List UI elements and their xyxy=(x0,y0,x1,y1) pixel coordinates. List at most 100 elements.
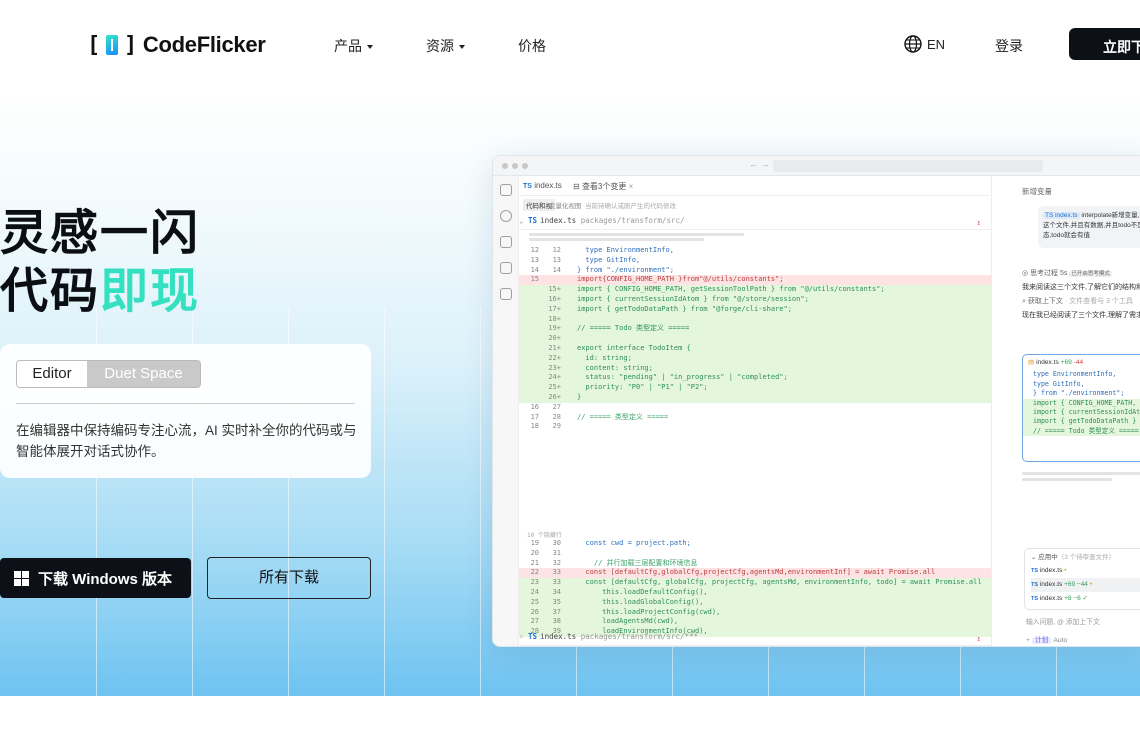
tab-index-ts[interactable]: TS index.ts xyxy=(523,181,562,190)
apply-file-row[interactable]: TS index.ts • xyxy=(1031,564,1140,578)
code-text: const [defaultCfg, globalCfg, projectCfg… xyxy=(577,578,982,587)
maximize-dot[interactable] xyxy=(522,163,528,169)
code-line: 25 35 this.loadGlobalConfig(), xyxy=(519,597,991,608)
download-windows-button[interactable]: 下载 Windows 版本 xyxy=(0,558,191,598)
plan-label: 计划 xyxy=(1031,637,1052,644)
plan-switch[interactable]: + 计划 Auto xyxy=(1026,634,1067,644)
line-number: 33 xyxy=(552,568,561,577)
nav-products-label: 产品 xyxy=(334,38,362,54)
close-icon[interactable]: × xyxy=(629,182,634,191)
mode-card: Editor Duet Space 在编辑器中保持编码专注心流，AI 实时补全你… xyxy=(0,344,371,478)
pin-icon[interactable]: ↕ xyxy=(976,634,981,644)
code-text: // ===== 类型定义 ===== xyxy=(577,412,669,421)
file-header[interactable]: ⌄ TS index.ts packages/transform/src/ ↕ xyxy=(519,216,991,230)
chat-input[interactable]: 输入问题, @ 添加上下文 xyxy=(1026,616,1100,626)
command-bar[interactable] xyxy=(773,160,1043,172)
think-row[interactable]: ◎ 思考过程 5s 已开启思考模式 xyxy=(1022,268,1112,278)
apply-header[interactable]: ⌄ 应用中（3 个待审查文件） xyxy=(1031,551,1140,564)
placeholder-bar xyxy=(1022,472,1140,475)
login-link[interactable]: 登录 xyxy=(995,36,1023,56)
line-number: 21 xyxy=(530,558,539,567)
line-number: 28 xyxy=(552,412,561,421)
subtab-variable[interactable]: 变量化视图 xyxy=(549,200,582,210)
brain-icon: ◎ xyxy=(1022,270,1029,277)
diff-view: ⌄ TS index.ts packages/transform/src/↕ 12… xyxy=(519,212,991,646)
site-header: [ ] CodeFlicker 产品 资源 价格 EN 登录 立即下载 xyxy=(0,0,1140,88)
diff-preview-line: type GitInfo, xyxy=(1033,379,1085,388)
diff-preview-line: import { CONFIG_HOME_PATH, getSessionToo… xyxy=(1023,398,1140,409)
apply-file-mark: • xyxy=(1064,567,1067,574)
chevron-right-icon[interactable]: › xyxy=(519,632,524,641)
line-number: 25+ xyxy=(548,383,561,392)
apply-file-row[interactable]: TS index.ts +69 −44 • xyxy=(1031,578,1140,592)
minimize-dot[interactable] xyxy=(512,163,518,169)
plus-icon[interactable]: + xyxy=(1026,637,1030,644)
line-number: 34 xyxy=(552,588,561,596)
diff-preview-card[interactable]: ▤ index.ts +69 -44 type EnvironmentInfo,… xyxy=(1022,354,1140,462)
code-line: 23+ content: string; xyxy=(519,363,991,374)
nav-arrows-icon[interactable]: ← → xyxy=(749,159,770,169)
language-switch[interactable]: EN xyxy=(904,35,945,53)
activity-bar xyxy=(493,176,519,646)
code-text: this.loadGlobalConfig(), xyxy=(577,597,704,606)
tab-duet-space[interactable]: Duet Space xyxy=(87,361,200,387)
apply-file-row[interactable]: TS index.ts +8 −6 ✓ xyxy=(1031,592,1140,606)
file-chip[interactable]: TS index.ts xyxy=(1043,212,1080,219)
all-downloads-button[interactable]: 所有下载 xyxy=(207,557,371,599)
line-number: 18 xyxy=(530,422,539,431)
file-header[interactable]: › TS index.ts packages/transform/src/*** ↕ xyxy=(519,632,991,646)
line-number: 27 xyxy=(552,402,561,411)
run-icon[interactable] xyxy=(500,262,512,274)
pin-icon[interactable]: ↕ xyxy=(976,218,981,228)
code-line: 18+ xyxy=(519,314,991,325)
apply-file-mark: ✓ xyxy=(1082,595,1088,602)
diff-file-name: index.ts xyxy=(1036,359,1059,366)
code-text: export interface TodoItem { xyxy=(577,344,691,352)
extensions-icon[interactable] xyxy=(500,288,512,300)
code-line: 27 38 loadAgentsMd(cwd), xyxy=(519,617,991,628)
nav-resources[interactable]: 资源 xyxy=(426,36,465,56)
placeholder-bar xyxy=(1022,478,1112,481)
code-line: 21 32 // 并行加载三层配置和环境信息 xyxy=(519,559,991,569)
line-number: 15+ xyxy=(548,285,561,294)
diff-add-count: +69 xyxy=(1060,359,1072,366)
diff-icon: ⊟ xyxy=(573,182,580,191)
code-text: import { CONFIG_HOME_PATH, getSessionToo… xyxy=(577,285,885,294)
code-text: this.loadDefaultConfig(), xyxy=(577,588,708,596)
download-now-button[interactable]: 立即下载 xyxy=(1069,28,1140,60)
assistant-reply: 现在我已经阅读了三个文件,理解了需求 xyxy=(1022,312,1140,319)
line-number: 19+ xyxy=(548,324,561,333)
nav-pricing[interactable]: 价格 xyxy=(518,36,546,56)
assistant-reply: 我来阅读这三个文件,了解它们的结构和 xyxy=(1022,284,1140,291)
files-icon[interactable] xyxy=(500,184,512,196)
chat-panel: 新增变量 TS index.ts interpolate新增变量,如果有这个文件… xyxy=(991,176,1140,646)
window-controls xyxy=(502,163,528,169)
tab-editor[interactable]: Editor xyxy=(17,361,87,387)
code-text: type EnvironmentInfo, xyxy=(577,246,674,254)
line-number: 29 xyxy=(552,422,561,431)
line-number: 16+ xyxy=(548,295,561,303)
line-number: 16 xyxy=(530,402,539,411)
search-icon[interactable] xyxy=(500,210,512,222)
code-text: import { currentSessionIdAtom } from "@/… xyxy=(577,295,809,303)
logo[interactable]: [ ] CodeFlicker xyxy=(87,32,266,58)
source-control-icon[interactable] xyxy=(500,236,512,248)
applying-hint: （3 个待审查文件） xyxy=(1057,554,1116,561)
context-row[interactable]: ⌕ 获取上下文 · 文件查看与 3 个工具 xyxy=(1022,296,1133,306)
diff-preview-line: import { getTodoDataPath } from "@forge/… xyxy=(1023,417,1140,427)
line-number: 24+ xyxy=(548,373,561,382)
code-text: import{CONFIG_HOME_PATH }from"@/utils/co… xyxy=(577,275,784,284)
close-dot[interactable] xyxy=(502,163,508,169)
tab-changes[interactable]: ⊟ 查看3个变更 × xyxy=(573,181,633,192)
nav-products[interactable]: 产品 xyxy=(334,36,373,56)
line-number: 18+ xyxy=(548,314,561,323)
apply-panel: ⌄ 应用中（3 个待审查文件） TS index.ts • TS index.ts… xyxy=(1024,548,1140,610)
think-tag: 已开启思考模式 xyxy=(1069,271,1112,277)
line-number: 22+ xyxy=(548,353,561,362)
chevron-down-icon[interactable]: ⌄ xyxy=(519,216,524,225)
apply-file-name: index.ts xyxy=(1039,595,1063,602)
line-number: 19 xyxy=(530,539,539,547)
model-select[interactable]: Auto xyxy=(1053,637,1067,644)
code-line: 13 13 type GitInfo, xyxy=(519,256,991,266)
apply-file-name: index.ts xyxy=(1039,567,1063,574)
